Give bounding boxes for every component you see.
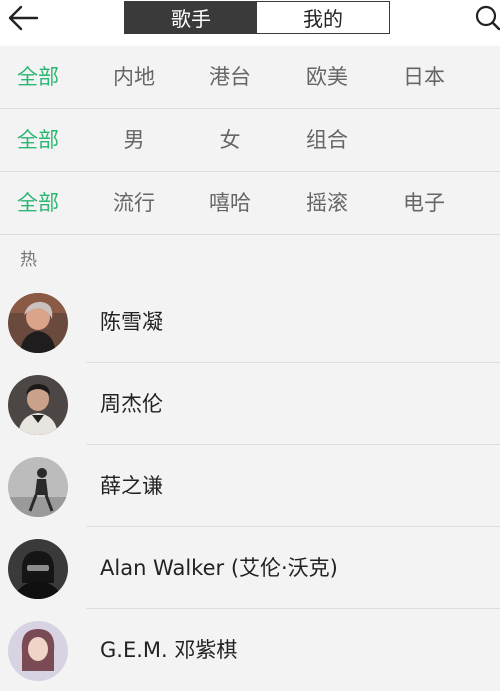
avatar	[8, 621, 68, 681]
section-header-hot: 热	[20, 250, 37, 270]
gender-option-all[interactable]: 全部	[17, 109, 59, 171]
segmented-control: 歌手 我的	[124, 1, 390, 34]
search-button[interactable]	[474, 3, 500, 33]
singer-row[interactable]: 周杰伦	[0, 363, 500, 445]
region-option-mainland[interactable]: 内地	[113, 46, 155, 108]
singer-list: 陈雪凝 周杰伦 薛之谦 Alan Walker (艾伦·沃克) G.E.M. 邓…	[0, 281, 500, 691]
genre-option-rock[interactable]: 摇滚	[306, 172, 348, 234]
back-button[interactable]	[6, 3, 40, 33]
genre-option-pop[interactable]: 流行	[113, 172, 155, 234]
region-filter: 全部 内地 港台 欧美 日本	[0, 46, 500, 109]
back-arrow-icon	[8, 5, 39, 31]
gender-option-male[interactable]: 男	[124, 109, 145, 171]
singer-name: Alan Walker (艾伦·沃克)	[100, 556, 338, 580]
search-icon	[475, 5, 500, 31]
genre-filter: 全部 流行 嘻哈 摇滚 电子	[0, 172, 500, 235]
gender-option-group[interactable]: 组合	[306, 109, 348, 171]
tab-mine[interactable]: 我的	[257, 2, 389, 33]
region-option-japan[interactable]: 日本	[403, 46, 445, 108]
gender-filter: 全部 男 女 组合	[0, 109, 500, 172]
gender-option-female[interactable]: 女	[220, 109, 241, 171]
tab-singers[interactable]: 歌手	[125, 2, 257, 33]
region-option-hk-tw[interactable]: 港台	[209, 46, 251, 108]
avatar	[8, 457, 68, 517]
singer-row[interactable]: 陈雪凝	[0, 281, 500, 363]
genre-option-electronic[interactable]: 电子	[403, 172, 445, 234]
singer-row[interactable]: Alan Walker (艾伦·沃克)	[0, 527, 500, 609]
singer-name: G.E.M. 邓紫棋	[100, 638, 238, 662]
singer-name: 陈雪凝	[100, 310, 163, 334]
avatar	[8, 539, 68, 599]
genre-option-all[interactable]: 全部	[17, 172, 59, 234]
singer-name: 周杰伦	[100, 392, 163, 416]
singer-row[interactable]: G.E.M. 邓紫棋	[0, 609, 500, 691]
avatar	[8, 375, 68, 435]
region-option-western[interactable]: 欧美	[306, 46, 348, 108]
singer-name: 薛之谦	[100, 474, 163, 498]
singer-row[interactable]: 薛之谦	[0, 445, 500, 527]
avatar	[8, 293, 68, 353]
region-option-all[interactable]: 全部	[17, 46, 59, 108]
top-bar: 歌手 我的	[0, 0, 500, 46]
genre-option-hiphop[interactable]: 嘻哈	[209, 172, 251, 234]
